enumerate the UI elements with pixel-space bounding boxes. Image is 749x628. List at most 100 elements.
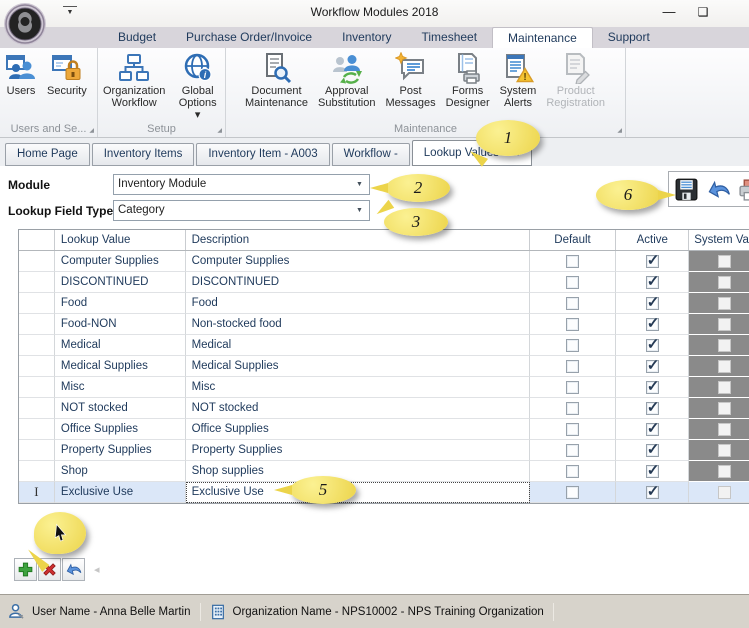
forms-designer-button[interactable]: Forms Designer (441, 51, 495, 118)
active-cell[interactable] (616, 335, 689, 356)
active-checkbox[interactable] (646, 255, 659, 268)
default-cell[interactable] (530, 293, 617, 314)
default-checkbox[interactable] (566, 255, 579, 268)
security-button[interactable]: Security (42, 51, 92, 118)
description-cell[interactable]: DISCONTINUED (186, 272, 530, 293)
default-checkbox[interactable] (566, 423, 579, 436)
lookup-value-cell[interactable]: Medical (55, 335, 186, 356)
active-cell[interactable] (616, 356, 689, 377)
table-row[interactable]: Medical Supplies Medical Supplies (19, 356, 749, 377)
active-cell[interactable] (616, 314, 689, 335)
doc-tab-home-page[interactable]: Home Page (5, 143, 90, 166)
chevron-down-icon[interactable]: ▼ (351, 202, 368, 219)
default-checkbox[interactable] (566, 444, 579, 457)
default-checkbox[interactable] (566, 276, 579, 289)
table-row[interactable]: Property Supplies Property Supplies (19, 440, 749, 461)
lookup-value-cell[interactable]: Computer Supplies (55, 251, 186, 272)
lookup-value-cell[interactable]: Shop (55, 461, 186, 482)
lookup-value-cell[interactable]: Office Supplies (55, 419, 186, 440)
users-button[interactable]: Users (0, 51, 42, 118)
active-cell[interactable] (616, 482, 689, 503)
active-checkbox[interactable] (646, 297, 659, 310)
active-checkbox[interactable] (646, 423, 659, 436)
active-cell[interactable] (616, 419, 689, 440)
active-checkbox[interactable] (646, 318, 659, 331)
description-cell[interactable]: Food (186, 293, 530, 314)
lookup-value-cell[interactable]: DISCONTINUED (55, 272, 186, 293)
quick-access-dropdown-icon[interactable]: ▼ (63, 6, 77, 18)
default-checkbox[interactable] (566, 486, 579, 499)
column-header-lookup-value[interactable]: Lookup Value (55, 230, 186, 250)
lookup-value-cell[interactable]: Medical Supplies (55, 356, 186, 377)
doc-tab-inventory-items[interactable]: Inventory Items (92, 143, 195, 166)
approval-substitution-button[interactable]: Approval Substitution (313, 51, 380, 118)
column-header-default[interactable]: Default (530, 230, 617, 250)
column-header-active[interactable]: Active (616, 230, 689, 250)
default-cell[interactable] (530, 251, 617, 272)
chevron-down-icon[interactable]: ▼ (351, 176, 368, 193)
ribbon-tab-purchase-order-invoice[interactable]: Purchase Order/Invoice (171, 27, 327, 48)
description-cell[interactable]: Computer Supplies (186, 251, 530, 272)
module-combobox[interactable]: Inventory Module ▼ (113, 174, 370, 195)
default-cell[interactable] (530, 440, 617, 461)
default-checkbox[interactable] (566, 465, 579, 478)
maximize-button[interactable]: ❑ (692, 3, 714, 21)
global-options-button[interactable]: i Global Options ▾ (170, 51, 225, 118)
default-cell[interactable] (530, 398, 617, 419)
table-row[interactable]: I Exclusive Use Exclusive Use (19, 482, 749, 503)
table-row[interactable]: Food Food (19, 293, 749, 314)
column-header-description[interactable]: Description (186, 230, 530, 250)
ribbon-tab-maintenance[interactable]: Maintenance (492, 27, 593, 48)
group-launcher-icon[interactable]: ◢ (617, 127, 622, 134)
default-cell[interactable] (530, 335, 617, 356)
group-launcher-icon[interactable]: ◢ (89, 127, 94, 134)
description-cell[interactable]: NOT stocked (186, 398, 530, 419)
description-cell[interactable]: Non-stocked food (186, 314, 530, 335)
default-cell[interactable] (530, 377, 617, 398)
active-cell[interactable] (616, 293, 689, 314)
ribbon-tab-budget[interactable]: Budget (103, 27, 171, 48)
active-cell[interactable] (616, 461, 689, 482)
description-cell[interactable]: Office Supplies (186, 419, 530, 440)
group-launcher-icon[interactable]: ◢ (217, 127, 222, 134)
save-icon[interactable] (674, 177, 699, 202)
lookup-value-cell[interactable]: Food (55, 293, 186, 314)
active-checkbox[interactable] (646, 360, 659, 373)
active-checkbox[interactable] (646, 444, 659, 457)
table-row[interactable]: Office Supplies Office Supplies (19, 419, 749, 440)
active-checkbox[interactable] (646, 486, 659, 499)
default-cell[interactable] (530, 461, 617, 482)
lookup-value-cell[interactable]: NOT stocked (55, 398, 186, 419)
doc-tab-workflow[interactable]: Workflow - (332, 143, 410, 166)
table-row[interactable]: Computer Supplies Computer Supplies (19, 251, 749, 272)
active-cell[interactable] (616, 272, 689, 293)
ribbon-tab-timesheet[interactable]: Timesheet (406, 27, 492, 48)
table-row[interactable]: Misc Misc (19, 377, 749, 398)
lookup-value-cell[interactable]: Property Supplies (55, 440, 186, 461)
default-checkbox[interactable] (566, 318, 579, 331)
table-row[interactable]: Shop Shop supplies (19, 461, 749, 482)
active-checkbox[interactable] (646, 339, 659, 352)
print-icon[interactable] (738, 177, 749, 202)
default-cell[interactable] (530, 314, 617, 335)
ribbon-tab-inventory[interactable]: Inventory (327, 27, 406, 48)
table-row[interactable]: Food-NON Non-stocked food (19, 314, 749, 335)
default-checkbox[interactable] (566, 297, 579, 310)
default-cell[interactable] (530, 419, 617, 440)
default-cell[interactable] (530, 482, 617, 503)
description-cell[interactable]: Misc (186, 377, 530, 398)
active-cell[interactable] (616, 251, 689, 272)
system-alerts-button[interactable]: ! System Alerts (495, 51, 542, 118)
description-cell[interactable]: Property Supplies (186, 440, 530, 461)
active-checkbox[interactable] (646, 381, 659, 394)
active-cell[interactable] (616, 398, 689, 419)
lookup-field-type-combobox[interactable]: Category ▼ (113, 200, 370, 221)
default-checkbox[interactable] (566, 339, 579, 352)
default-checkbox[interactable] (566, 381, 579, 394)
column-header-system-value[interactable]: System Value (689, 230, 749, 250)
table-row[interactable]: DISCONTINUED DISCONTINUED (19, 272, 749, 293)
description-cell[interactable]: Exclusive Use (186, 482, 530, 503)
undo-arrow-icon[interactable] (703, 174, 733, 204)
description-cell[interactable]: Shop supplies (186, 461, 530, 482)
default-checkbox[interactable] (566, 402, 579, 415)
